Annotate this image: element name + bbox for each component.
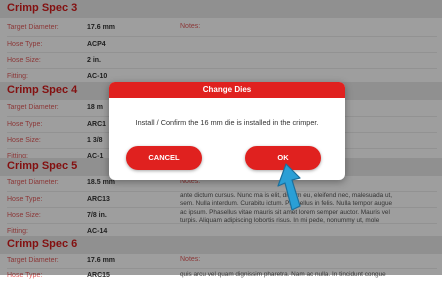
cancel-button[interactable]: CANCEL: [126, 146, 202, 170]
dialog-title: Change Dies: [109, 82, 345, 98]
change-dies-dialog: Change Dies Install / Confirm the 16 mm …: [109, 82, 345, 180]
dialog-message: Install / Confirm the 16 mm die is insta…: [135, 118, 319, 127]
pointer-arrow-icon: [277, 163, 301, 211]
